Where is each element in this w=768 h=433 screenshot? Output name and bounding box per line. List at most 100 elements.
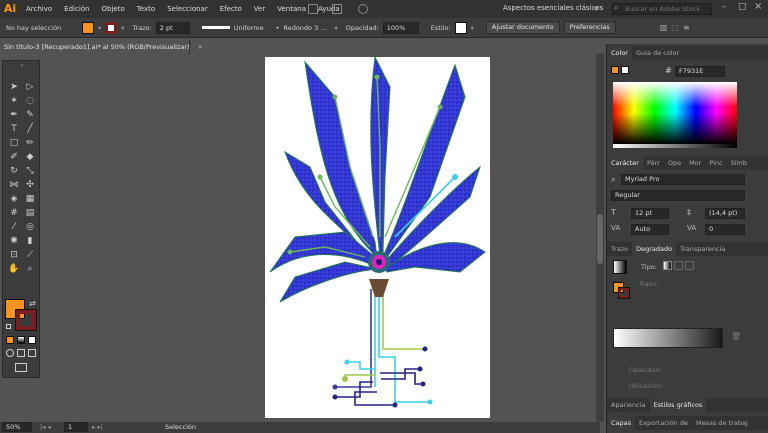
- color-mode-icon[interactable]: [6, 336, 14, 344]
- menu-ventana[interactable]: Ventana: [271, 5, 312, 13]
- align-icon[interactable]: ▥: [660, 23, 668, 32]
- minimize-icon[interactable]: –: [722, 2, 727, 12]
- gradient-slider[interactable]: [613, 328, 723, 348]
- brush-definition[interactable]: Redondo 3 ...: [283, 24, 326, 32]
- shape-builder-icon[interactable]: ◈: [7, 193, 21, 205]
- artboard-number-field[interactable]: 1: [64, 422, 88, 432]
- tab-appearance[interactable]: Apariencia: [607, 398, 650, 412]
- rotate-icon[interactable]: ↻: [7, 165, 21, 177]
- width-tool-icon[interactable]: ⋈: [7, 179, 21, 191]
- mesh-icon[interactable]: #: [7, 207, 21, 219]
- stroke-profile-preview[interactable]: [201, 26, 230, 29]
- bridge-icon[interactable]: [308, 4, 318, 14]
- font-style-field[interactable]: Regular: [611, 190, 745, 201]
- chevron-down-icon[interactable]: ▾: [594, 4, 598, 13]
- zoom-field[interactable]: 50%: [2, 422, 32, 432]
- stroke-profile[interactable]: Uniforme: [234, 24, 264, 32]
- tab-opentype[interactable]: Ope: [664, 156, 685, 170]
- freeform-gradient-icon[interactable]: [685, 261, 694, 270]
- pen-tool-icon[interactable]: ✒: [7, 109, 21, 121]
- chevron-down-icon[interactable]: ▾: [334, 24, 337, 32]
- radial-gradient-icon[interactable]: [674, 261, 683, 270]
- tab-gradient[interactable]: Degradado: [632, 242, 677, 256]
- draw-inside-icon[interactable]: [28, 349, 36, 357]
- collapse-icon[interactable]: »: [5, 63, 39, 69]
- graph-tool-icon[interactable]: ▮: [23, 235, 37, 247]
- tab-mor[interactable]: Mor: [685, 156, 705, 170]
- curvature-icon[interactable]: ✎: [23, 109, 37, 121]
- tab-character[interactable]: Carácter: [607, 156, 643, 170]
- tab-pinc[interactable]: Pinc: [705, 156, 726, 170]
- gradient-type-buttons[interactable]: [663, 261, 703, 271]
- perspective-icon[interactable]: ▦: [23, 193, 37, 205]
- tab-transparency[interactable]: Transparencia: [676, 242, 729, 256]
- current-tool-status[interactable]: Selección: [165, 422, 196, 433]
- swap-colors-icon[interactable]: ⇄: [29, 299, 36, 308]
- kerning-field[interactable]: Auto: [631, 224, 669, 235]
- tab-graphic-styles[interactable]: Estilos gráficos: [649, 398, 707, 412]
- gradient-mode-icon[interactable]: [17, 336, 25, 344]
- menu-edicion[interactable]: Edición: [58, 5, 95, 13]
- menu-archivo[interactable]: Archivo: [20, 5, 58, 13]
- artboard[interactable]: [265, 55, 490, 418]
- blend-icon[interactable]: ◎: [23, 221, 37, 233]
- eyedropper-icon[interactable]: ⁄: [7, 221, 21, 233]
- close-icon[interactable]: ×: [198, 43, 203, 51]
- shaper-icon[interactable]: ✐: [7, 151, 21, 163]
- font-size-field[interactable]: 12 pt: [631, 208, 669, 219]
- scrollbar-thumb[interactable]: [597, 214, 603, 264]
- color-spectrum[interactable]: [613, 82, 737, 144]
- vertical-scrollbar[interactable]: [596, 54, 604, 422]
- slice-tool-icon[interactable]: ⟋: [23, 249, 37, 261]
- tab-symbols[interactable]: Símb: [727, 156, 751, 170]
- magic-wand-icon[interactable]: ✶: [7, 95, 21, 107]
- default-colors-icon[interactable]: [6, 324, 11, 329]
- gradient-stroke-swatch[interactable]: [618, 287, 630, 299]
- leading-field[interactable]: (14,4 pt): [705, 208, 745, 219]
- menu-ver[interactable]: Ver: [248, 5, 271, 13]
- linear-gradient-icon[interactable]: [663, 261, 672, 270]
- close-icon[interactable]: ×: [754, 1, 762, 12]
- maximize-icon[interactable]: □: [738, 2, 747, 12]
- eraser-icon[interactable]: ◆: [23, 151, 37, 163]
- direct-selection-tool-icon[interactable]: ▷: [23, 81, 37, 93]
- next-artboard-icon[interactable]: ▸ ▸|: [92, 422, 103, 433]
- stroke-swatch[interactable]: [105, 21, 118, 34]
- document-tab[interactable]: Sin título-3 [Recuperado1].ai* al 50% (R…: [0, 40, 203, 54]
- font-family-field[interactable]: Myriad Pro: [621, 174, 745, 185]
- rectangle-tool-icon[interactable]: □: [7, 137, 21, 149]
- puppet-warp-icon[interactable]: ✣: [23, 179, 37, 191]
- menu-seleccionar[interactable]: Seleccionar: [161, 5, 214, 13]
- arrange-document-button[interactable]: Ajustar documento: [485, 21, 560, 34]
- selection-tool-icon[interactable]: ➤: [7, 81, 21, 93]
- menu-texto[interactable]: Texto: [131, 5, 161, 13]
- style-swatch[interactable]: [454, 21, 467, 34]
- opacity-field[interactable]: 100%: [382, 21, 419, 34]
- paintbrush-icon[interactable]: ✏: [23, 137, 37, 149]
- transform-icon[interactable]: ⬚: [671, 23, 679, 32]
- gradient-thumbnail[interactable]: [613, 260, 627, 274]
- trash-icon[interactable]: 🗑: [731, 332, 741, 341]
- type-tool-icon[interactable]: T: [7, 123, 21, 135]
- stock-search-input[interactable]: [612, 3, 712, 15]
- hex-color-field[interactable]: F7931E: [675, 66, 725, 77]
- tab-artboards[interactable]: Mesas de trabaj: [692, 416, 752, 430]
- none-mode-icon[interactable]: [28, 336, 36, 344]
- tab-color[interactable]: Color: [607, 46, 632, 60]
- prev-artboard-icon[interactable]: |◂ ◂: [40, 422, 51, 433]
- tab-stroke[interactable]: Trazo: [607, 242, 632, 256]
- workspace-switcher[interactable]: Aspectos esenciales clásicos: [503, 4, 603, 12]
- lasso-icon[interactable]: ◌: [23, 95, 37, 107]
- scale-icon[interactable]: ⤡: [23, 165, 37, 177]
- tab-paragraph[interactable]: Párr: [643, 156, 664, 170]
- symbol-sprayer-icon[interactable]: ✺: [7, 235, 21, 247]
- artboard-tool-icon[interactable]: ⊡: [7, 249, 21, 261]
- hand-tool-icon[interactable]: ✋: [7, 263, 21, 275]
- tab-layers[interactable]: Capas: [607, 416, 636, 430]
- tracking-field[interactable]: 0: [705, 224, 745, 235]
- zoom-tool-icon[interactable]: ⌕: [23, 263, 37, 275]
- color-stroke-mini-swatch[interactable]: [621, 66, 629, 74]
- menu-objeto[interactable]: Objeto: [96, 5, 131, 13]
- draw-behind-icon[interactable]: [17, 349, 25, 357]
- fill-swatch[interactable]: [82, 21, 94, 34]
